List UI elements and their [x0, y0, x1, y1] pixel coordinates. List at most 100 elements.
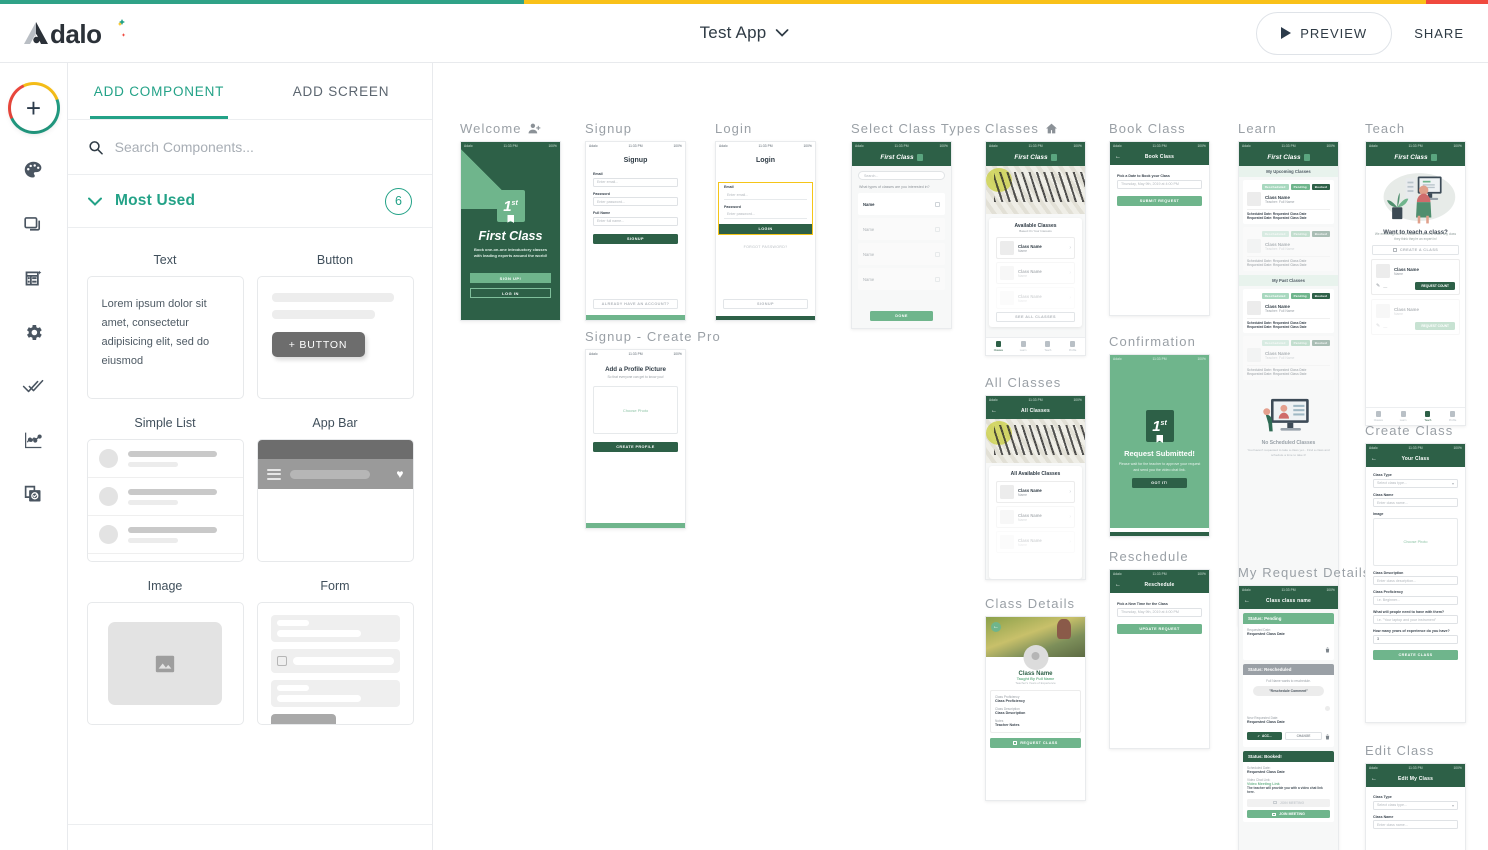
screen-signup[interactable]: Signup Adalo 11:33 PM 100% Signup Email … [585, 121, 686, 321]
field-email[interactable]: Email Enter email... [719, 185, 812, 200]
most-used-section-header[interactable]: Most Used 6 [68, 175, 432, 228]
delete-icon[interactable] [1325, 728, 1330, 743]
component-card-text[interactable]: Text Lorem ipsum dolor sit amet, consect… [86, 242, 244, 399]
class-list-item[interactable]: Class NameName › [996, 481, 1075, 503]
field-class-description[interactable]: Class Description Enter class descriptio… [1366, 571, 1465, 586]
field-input[interactable]: Enter email... [724, 191, 807, 200]
create-class-submit-button[interactable]: CREATE CLASS [1373, 650, 1458, 660]
field-email[interactable]: Email Enter email... [586, 172, 685, 187]
checkbox[interactable] [935, 202, 940, 207]
search-input[interactable] [115, 139, 412, 155]
screen-all-classes[interactable]: All Classes Adalo 11:33 PM 100% ← All Cl… [985, 375, 1086, 580]
class-request-card[interactable]: Rescheduled Pending Booked Class Name Te… [1243, 336, 1334, 380]
field-input[interactable]: i.e. "Your laptop and your instrument" [1373, 615, 1458, 624]
change-button[interactable]: CHANGE [1285, 732, 1322, 740]
component-card-image[interactable]: Image [86, 568, 244, 725]
my-class-card[interactable]: Class Name Name ✎ — REQUEST COUNT [1371, 299, 1460, 335]
class-list-item[interactable]: Class NameName › [996, 237, 1075, 259]
field-input[interactable]: Enter email... [593, 178, 678, 187]
delete-icon[interactable]: — [1383, 324, 1387, 329]
my-class-card[interactable]: Class Name Name ✎ — REQUEST COUNT [1371, 259, 1460, 295]
back-arrow-icon[interactable]: ← [1371, 456, 1377, 462]
screen-class-details[interactable]: Class Details ← Class Name Taught By Ful… [985, 596, 1086, 801]
field-image[interactable]: Image Choose Photo [1366, 512, 1465, 566]
tab-add-screen[interactable]: ADD SCREEN [250, 63, 432, 119]
field-input[interactable]: Enter password... [593, 197, 678, 206]
field-input[interactable]: Enter password... [724, 210, 807, 219]
date-field-group[interactable]: Pick a Date to Book your Class Thursday,… [1110, 174, 1209, 189]
class-list-item[interactable]: Class NameName › [996, 531, 1075, 553]
field-class-name[interactable]: Class Name Enter class name... [1366, 815, 1465, 830]
login-form-selection[interactable]: Email Enter email... Password Enter pass… [718, 182, 813, 235]
signup-button[interactable]: SIGN UP! [470, 273, 551, 283]
accept-button[interactable]: ✓ ACC... [1247, 732, 1282, 740]
screen-reschedule[interactable]: Reschedule Adalo 11:33 PM 100% ← Resched… [1109, 549, 1210, 749]
back-arrow-icon[interactable]: ← [1115, 154, 1121, 160]
class-request-card[interactable]: Rescheduled Pending Booked Class Name Te… [1243, 289, 1334, 333]
tab-add-component[interactable]: ADD COMPONENT [68, 63, 250, 119]
screens-icon[interactable] [19, 209, 49, 239]
publish-icon[interactable] [19, 479, 49, 509]
see-all-classes-button[interactable]: SEE ALL CLASSES [996, 312, 1075, 322]
screen-signup-create-profile[interactable]: Signup - Create Pro Adalo 11:33 PM 100% … [585, 329, 721, 529]
class-list-item[interactable]: Class NameName › [996, 506, 1075, 528]
field-select[interactable]: Select class type... ▾ [1373, 801, 1458, 810]
tab-learn[interactable]: Learn [1011, 338, 1036, 355]
option-row[interactable]: Name [858, 193, 945, 215]
field-class-proficiency[interactable]: Class Proficiency i.e. Beginner... [1366, 590, 1465, 605]
checkbox[interactable] [935, 277, 940, 282]
field-requirements[interactable]: What will people need to have with them?… [1366, 610, 1465, 625]
option-row[interactable]: Name [858, 268, 945, 290]
screen-create-class[interactable]: Create Class Adalo 11:33 PM 100% ← Your … [1365, 423, 1466, 723]
request-count-button[interactable]: REQUEST COUNT [1415, 322, 1455, 330]
screen-learn[interactable]: Learn Adalo 11:33 PM 100% First Class My… [1238, 121, 1339, 626]
field-input[interactable]: 3 [1373, 635, 1458, 644]
share-button[interactable]: SHARE [1414, 26, 1464, 41]
app-name-dropdown[interactable]: Test App [700, 23, 789, 43]
request-count-button[interactable]: REQUEST COUNT [1415, 282, 1455, 290]
photo-picker[interactable]: Choose Photo [593, 386, 678, 434]
checklist-icon[interactable] [19, 371, 49, 401]
checkbox[interactable] [935, 227, 940, 232]
screen-edit-class[interactable]: Edit Class Adalo 11:33 PM 100% ← Edit My… [1365, 743, 1466, 850]
delete-icon[interactable]: — [1383, 284, 1387, 289]
edit-icon[interactable]: ✎ [1376, 283, 1380, 289]
create-class-button[interactable]: CREATE A CLASS [1372, 245, 1459, 255]
screen-welcome[interactable]: Welcome Adalo 11:33 PM 100% 1st First Cl… [460, 121, 561, 321]
tab-teach[interactable]: Teach [1036, 338, 1061, 355]
screen-confirmation[interactable]: Confirmation Adalo 11:33 PM 100% 1st Req… [1109, 334, 1210, 537]
field-class-name[interactable]: Class Name Enter class name... [1366, 493, 1465, 508]
tab-profile[interactable]: Profile [1060, 338, 1085, 355]
component-card-button[interactable]: Button + BUTTON [256, 242, 414, 399]
back-arrow-icon[interactable]: ← [1371, 776, 1377, 782]
back-arrow-icon[interactable]: ← [1244, 598, 1250, 604]
field-class-type[interactable]: Class Type Select class type... ▾ [1366, 795, 1465, 810]
adalo-logo[interactable]: dalo [20, 16, 142, 50]
class-request-card[interactable]: Rescheduled Pending Booked Class Name Te… [1243, 180, 1334, 224]
forgot-password-link[interactable]: FORGOT PASSWORD? [716, 245, 815, 249]
class-list-item[interactable]: Class NameName › [996, 262, 1075, 284]
settings-icon[interactable] [19, 317, 49, 347]
component-card-app-bar[interactable]: App Bar ♥ [256, 405, 414, 562]
request-class-button[interactable]: REQUEST CLASS [990, 738, 1081, 748]
screen-my-request-details[interactable]: My Request Details Adalo 11:33 PM 100% ←… [1238, 565, 1371, 850]
delete-icon[interactable] [1247, 641, 1330, 656]
field-password[interactable]: Password Enter password... [719, 205, 812, 220]
field-password[interactable]: Password Enter password... [586, 192, 685, 207]
back-button[interactable]: ← [991, 622, 1001, 632]
checkbox[interactable] [935, 252, 940, 257]
join-meeting-button[interactable]: JOIN MEETING [1247, 810, 1330, 819]
option-row[interactable]: Name [858, 218, 945, 240]
already-account-button[interactable]: ALREADY HAVE AN ACCOUNT? [593, 299, 678, 309]
submit-request-button[interactable]: SUBMIT REQUEST [1117, 196, 1202, 206]
component-card-form[interactable]: Form [256, 568, 414, 725]
field-input[interactable]: Enter class name... [1373, 498, 1458, 507]
signup-link-button[interactable]: SIGNUP [723, 299, 808, 309]
back-arrow-icon[interactable]: ← [991, 408, 997, 414]
signup-submit-button[interactable]: SIGNUP [593, 234, 678, 244]
class-list-item[interactable]: Class NameName › [996, 287, 1075, 309]
date-field-group[interactable]: Pick a New Time for the Class Thursday, … [1110, 602, 1209, 617]
field-input[interactable]: i.e. Beginner... [1373, 596, 1458, 605]
got-it-button[interactable]: GOT IT! [1132, 478, 1187, 488]
back-arrow-icon[interactable]: ← [1115, 582, 1121, 588]
